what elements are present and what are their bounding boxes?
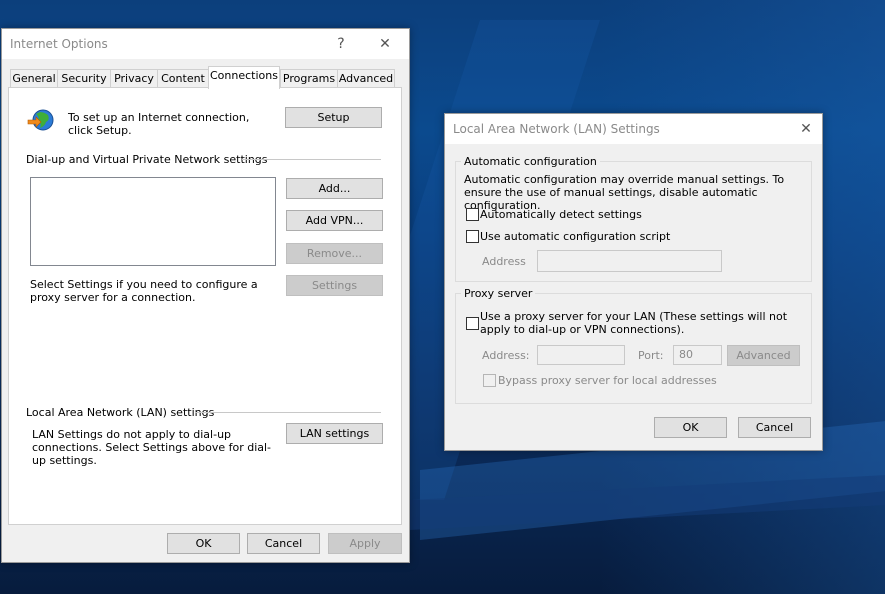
remove-button[interactable]: Remove... bbox=[286, 243, 383, 264]
auto-detect-label[interactable]: Automatically detect settings bbox=[480, 208, 642, 221]
apply-button[interactable]: Apply bbox=[328, 533, 402, 554]
auto-script-checkbox[interactable] bbox=[466, 230, 479, 243]
cancel-button[interactable]: Cancel bbox=[738, 417, 811, 438]
add-vpn-button[interactable]: Add VPN... bbox=[286, 210, 383, 231]
dialup-group-label: Dial-up and Virtual Private Network sett… bbox=[26, 153, 268, 166]
automatic-configuration-note: Automatic configuration may override man… bbox=[464, 173, 785, 212]
close-icon[interactable]: ✕ bbox=[793, 118, 819, 140]
window-title: Internet Options bbox=[10, 37, 108, 51]
tab-content[interactable]: Content bbox=[157, 69, 209, 88]
advanced-button[interactable]: Advanced bbox=[727, 345, 800, 366]
automatic-configuration-label: Automatic configuration bbox=[461, 155, 600, 168]
use-proxy-checkbox[interactable] bbox=[466, 317, 479, 330]
add-button[interactable]: Add... bbox=[286, 178, 383, 199]
setup-button[interactable]: Setup bbox=[285, 107, 382, 128]
globe-icon bbox=[27, 109, 54, 131]
connections-panel: To set up an Internet connection, click … bbox=[8, 87, 402, 525]
ok-button[interactable]: OK bbox=[654, 417, 727, 438]
use-proxy-label[interactable]: Use a proxy server for your LAN (These s… bbox=[480, 310, 805, 336]
tab-connections[interactable]: Connections bbox=[208, 66, 280, 89]
bypass-local-label[interactable]: Bypass proxy server for local addresses bbox=[498, 374, 717, 387]
proxy-address-input[interactable] bbox=[537, 345, 625, 365]
close-icon[interactable]: ✕ bbox=[372, 33, 398, 55]
internet-options-window: Internet Options ? ✕ General Security Pr… bbox=[1, 28, 410, 563]
port-input[interactable]: 80 bbox=[673, 345, 722, 365]
ok-button[interactable]: OK bbox=[167, 533, 240, 554]
settings-description: Select Settings if you need to configure… bbox=[30, 278, 258, 304]
cancel-button[interactable]: Cancel bbox=[247, 533, 320, 554]
title-bar[interactable]: Local Area Network (LAN) Settings ✕ bbox=[445, 114, 822, 144]
proxy-address-label: Address: bbox=[482, 349, 530, 362]
lan-description: LAN Settings do not apply to dial-up con… bbox=[32, 428, 272, 467]
group-divider bbox=[242, 159, 381, 160]
tab-advanced[interactable]: Advanced bbox=[337, 69, 395, 88]
lan-group-label: Local Area Network (LAN) settings bbox=[26, 406, 215, 419]
dialog-title: Local Area Network (LAN) Settings bbox=[453, 122, 660, 136]
group-divider bbox=[195, 412, 381, 413]
tab-programs[interactable]: Programs bbox=[280, 69, 338, 88]
port-label: Port: bbox=[638, 349, 664, 362]
setup-description: To set up an Internet connection, click … bbox=[68, 111, 250, 137]
lan-settings-button[interactable]: LAN settings bbox=[286, 423, 383, 444]
settings-button[interactable]: Settings bbox=[286, 275, 383, 296]
auto-detect-checkbox[interactable] bbox=[466, 208, 479, 221]
lan-settings-dialog: Local Area Network (LAN) Settings ✕ Auto… bbox=[444, 113, 823, 451]
help-icon[interactable]: ? bbox=[328, 33, 354, 55]
proxy-server-label: Proxy server bbox=[461, 287, 536, 300]
auto-script-label[interactable]: Use automatic configuration script bbox=[480, 230, 670, 243]
script-address-label: Address bbox=[482, 255, 526, 268]
connections-list[interactable] bbox=[30, 177, 276, 266]
bypass-local-checkbox[interactable] bbox=[483, 374, 496, 387]
title-bar[interactable]: Internet Options ? ✕ bbox=[2, 29, 409, 59]
tab-security[interactable]: Security bbox=[57, 69, 111, 88]
tab-privacy[interactable]: Privacy bbox=[110, 69, 158, 88]
script-address-input[interactable] bbox=[537, 250, 722, 272]
tab-general[interactable]: General bbox=[10, 69, 58, 88]
